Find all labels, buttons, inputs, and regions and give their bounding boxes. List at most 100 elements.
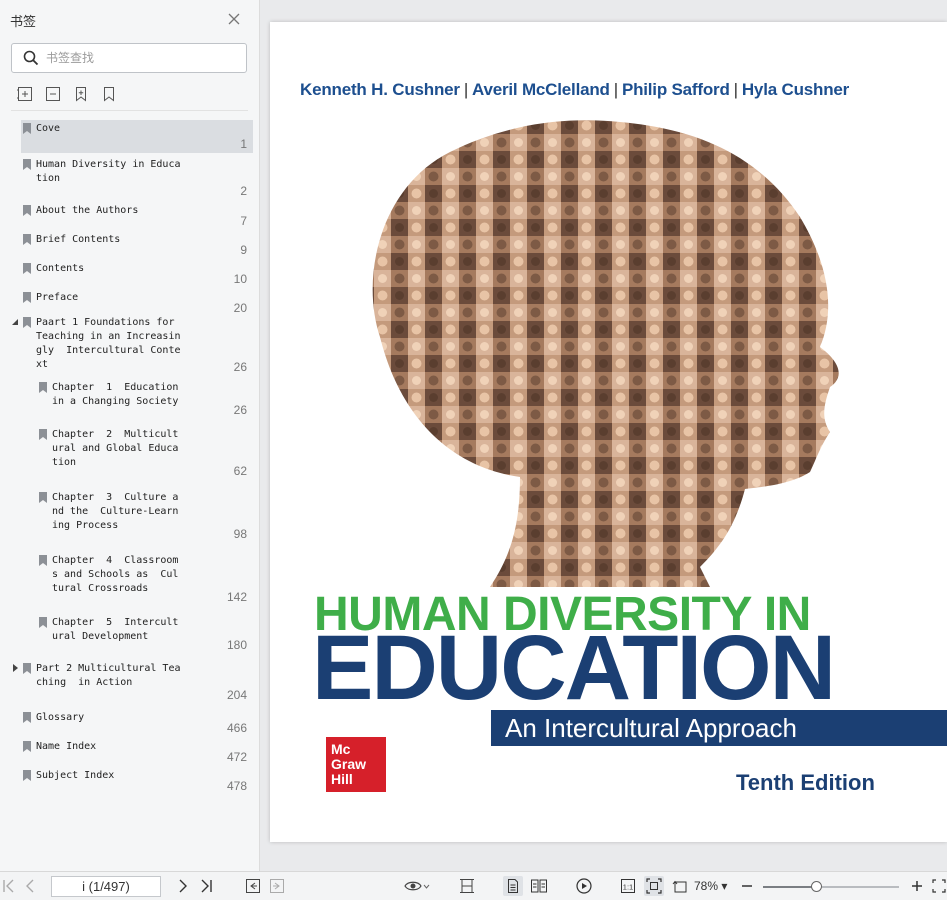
bookmark-page-number: 98 — [233, 527, 247, 541]
author-3: Philip Safford — [621, 80, 730, 99]
bookmark-search-box[interactable] — [11, 43, 247, 73]
fullscreen-icon[interactable] — [932, 878, 946, 894]
author-4: Hyla Cushner — [741, 80, 850, 99]
bookmark-page-number: 478 — [226, 779, 247, 793]
publisher-logo: Mc Graw Hill — [326, 737, 386, 792]
bookmark-item[interactable]: Glossary 466 — [21, 709, 253, 737]
first-page-icon[interactable] — [2, 878, 16, 894]
bookmark-item[interactable]: Subject Index 478 — [21, 767, 253, 795]
bookmark-icon[interactable] — [101, 86, 119, 104]
bookmark-item[interactable]: About the Authors 7 — [21, 202, 253, 230]
zoom-slider-thumb[interactable] — [811, 881, 823, 892]
fit-page-icon[interactable] — [644, 876, 664, 896]
bookmark-search-input[interactable] — [46, 48, 236, 68]
bookmark-label: Glossary — [36, 712, 85, 723]
bookmark-tree: Cove 1 Human Diversity in Educa tion 2 About… — [0, 120, 259, 860]
zoom-in-icon[interactable] — [911, 878, 923, 894]
page-number-input[interactable]: i (1/497) — [51, 876, 161, 897]
bookmark-page-number: 1 — [240, 137, 247, 151]
bookmarks-header: 书签 — [0, 0, 259, 36]
bookmark-flag-icon — [39, 492, 47, 503]
bookmark-item[interactable]: Paart 1 Foundations for Teaching in an I… — [12, 314, 253, 376]
collapse-all-icon[interactable] — [45, 86, 63, 104]
bookmark-flag-icon — [39, 617, 47, 628]
next-page-icon[interactable] — [177, 878, 189, 894]
cover-title-line-2: EDUCATION — [312, 617, 836, 719]
bookmarks-panel: 书签 Cove 1 Human Diversity in Educa tion — [0, 0, 260, 871]
author-names: Kenneth H. Cushner | Averil McClelland | Phi… — [300, 80, 850, 99]
bookmark-flag-icon — [39, 382, 47, 393]
bookmark-item[interactable]: Brief Contents 9 — [21, 231, 253, 259]
bookmark-page-number: 472 — [226, 750, 247, 764]
bookmark-label: About the Authors — [36, 205, 139, 216]
search-icon — [23, 50, 39, 66]
bookmark-flag-icon — [39, 429, 47, 440]
rotate-icon[interactable] — [672, 878, 690, 894]
publisher-logo-line: Hill — [331, 771, 353, 787]
bookmark-flag-icon — [23, 663, 31, 674]
bookmark-item[interactable]: Chapter 1 Education in a Changing Societ… — [21, 379, 253, 419]
zoom-slider[interactable] — [763, 881, 899, 892]
bookmark-label: Chapter 4 Classroom s and Schools as Cul… — [52, 555, 179, 594]
document-view[interactable]: Kenneth H. Cushner | Averil McClelland | Phi… — [261, 0, 947, 871]
bookmark-item[interactable]: Chapter 3 Culture a nd the Culture-Learn… — [21, 489, 253, 543]
expand-all-icon[interactable] — [17, 86, 35, 104]
bookmark-flag-icon — [23, 712, 31, 723]
previous-page-icon[interactable] — [24, 878, 36, 894]
zoom-out-icon[interactable] — [741, 878, 753, 894]
bookmark-item[interactable]: Chapter 2 Multicult ural and Global Educ… — [21, 426, 253, 480]
bookmark-flag-icon — [39, 555, 47, 566]
bookmark-item[interactable]: Human Diversity in Educa tion 2 — [21, 156, 253, 200]
last-page-icon[interactable] — [199, 878, 213, 894]
bottom-toolbar: i (1/497) 1:1 78% ▾ — [0, 871, 947, 900]
zoom-level-value: 78% — [694, 879, 719, 893]
bookmark-item[interactable]: Chapter 4 Classroom s and Schools as Cul… — [21, 552, 253, 606]
bookmark-item[interactable]: Name Index 472 — [21, 738, 253, 766]
bookmark-item[interactable]: Part 2 Multicultural Tea ching in Action… — [13, 660, 253, 704]
bookmark-label: Chapter 2 Multicult ural and Global Educ… — [52, 429, 179, 468]
bookmark-page-number: 62 — [233, 464, 247, 478]
close-icon[interactable] — [226, 11, 242, 27]
caret-down-icon[interactable] — [11, 318, 19, 326]
add-bookmark-icon[interactable] — [73, 86, 91, 104]
slideshow-icon[interactable] — [575, 878, 593, 894]
bookmark-label: Name Index — [36, 741, 97, 752]
bookmark-label: Preface — [36, 292, 79, 303]
bookmark-page-number: 142 — [226, 590, 247, 604]
bookmark-page-number: 204 — [226, 688, 247, 702]
fit-width-icon[interactable] — [459, 878, 475, 894]
bookmark-page-number: 7 — [240, 214, 247, 228]
zoom-slider-fill — [763, 886, 818, 888]
bookmark-item[interactable]: Cove 1 — [21, 120, 253, 153]
caret-right-icon[interactable] — [11, 664, 19, 672]
bookmark-page-number: 26 — [233, 403, 247, 417]
bookmark-flag-icon — [23, 317, 31, 328]
bookmark-flag-icon — [23, 292, 31, 303]
go-back-icon[interactable] — [245, 878, 261, 894]
author-2: Averil McClelland — [472, 80, 610, 99]
bookmark-item[interactable]: Chapter 5 Intercult ural Development 180 — [21, 614, 253, 654]
cover-subtitle: An Intercultural Approach — [505, 713, 797, 743]
two-page-icon[interactable] — [530, 878, 548, 894]
bookmark-page-number: 20 — [233, 301, 247, 315]
zoom-level-dropdown[interactable]: 78% ▾ — [694, 879, 727, 893]
author-1: Kenneth H. Cushner — [300, 80, 460, 99]
bookmarks-title: 书签 — [10, 14, 37, 29]
pdf-page-cover: Kenneth H. Cushner | Averil McClelland | Phi… — [270, 22, 947, 842]
actual-size-icon[interactable]: 1:1 — [620, 878, 636, 894]
bookmark-label: Part 2 Multicultural Tea ching in Action — [36, 663, 181, 688]
bookmark-label: Paart 1 Foundations for Teaching in an I… — [36, 317, 181, 370]
go-forward-icon[interactable] — [269, 878, 285, 894]
bookmark-flag-icon — [23, 234, 31, 245]
bookmark-flag-icon — [23, 263, 31, 274]
bookmark-label: Cove — [36, 123, 61, 134]
bookmark-label: Chapter 1 Education in a Changing Societ… — [52, 382, 179, 407]
bookmark-label: Brief Contents — [36, 234, 121, 245]
bookmark-item[interactable]: Preface 20 — [21, 289, 253, 317]
single-page-icon[interactable] — [503, 876, 523, 896]
bookmark-page-number: 10 — [233, 272, 247, 286]
publisher-logo-line: Mc — [331, 741, 351, 757]
bookmark-label: Subject Index — [36, 770, 115, 781]
bookmark-item[interactable]: Contents 10 — [21, 260, 253, 288]
eye-protection-icon[interactable] — [404, 878, 430, 894]
